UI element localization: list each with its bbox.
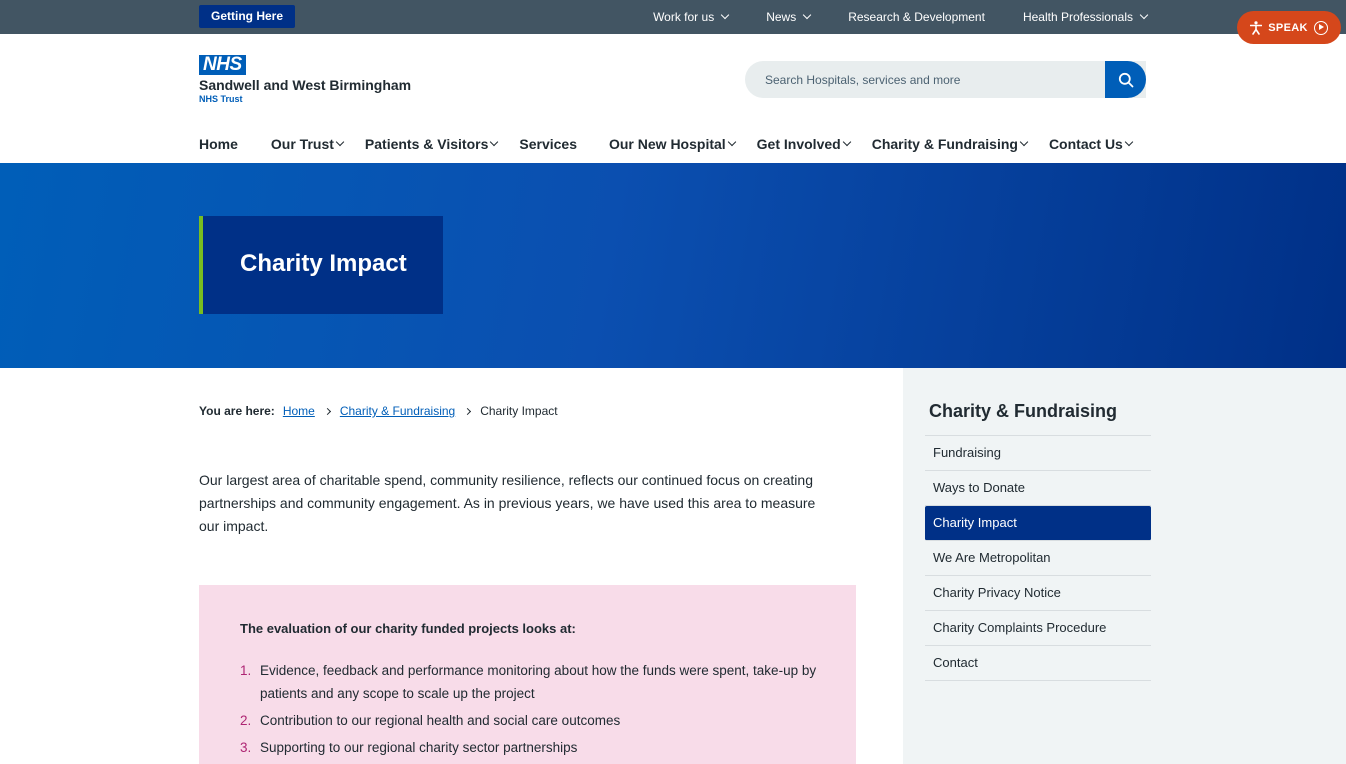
sidebar-title: Charity & Fundraising: [929, 401, 1118, 421]
sidebar-item-fundraising[interactable]: Fundraising: [925, 436, 1151, 471]
util-label: News: [766, 10, 797, 24]
sidebar-item-ways-to-donate[interactable]: Ways to Donate: [925, 471, 1151, 506]
nhs-logo-mark: NHS: [199, 55, 246, 75]
speak-label: SPEAK: [1268, 21, 1308, 34]
hero-title-box: Charity Impact: [199, 216, 443, 314]
sidebar-item-contact[interactable]: Contact: [925, 646, 1151, 681]
breadcrumb-current: Charity Impact: [480, 404, 558, 418]
chevron-down-icon: [727, 137, 736, 147]
chevron-down-icon: [720, 10, 730, 20]
nav-label: Home: [199, 136, 238, 152]
chevron-down-icon: [842, 137, 851, 147]
main-nav: Home Our Trust Patients & Visitors Servi…: [199, 134, 1134, 154]
sidebar-item-privacy-notice[interactable]: Charity Privacy Notice: [925, 576, 1151, 611]
play-icon: [1313, 20, 1328, 35]
sidebar-item-charity-impact[interactable]: Charity Impact: [925, 506, 1151, 541]
nhs-logo[interactable]: NHS Sandwell and West Birmingham NHS Tru…: [199, 55, 411, 104]
nav-home[interactable]: Home: [199, 134, 238, 154]
panel-heading: The evaluation of our charity funded pro…: [240, 621, 576, 636]
list-number: 2.: [240, 713, 252, 728]
util-work-for-us[interactable]: Work for us: [653, 10, 730, 24]
util-research[interactable]: Research & Development: [848, 10, 985, 24]
list-text: Supporting to our regional charity secto…: [260, 740, 578, 755]
sidebar-nav: Fundraising Ways to Donate Charity Impac…: [925, 435, 1151, 681]
list-item: 1. Evidence, feedback and performance mon…: [240, 659, 820, 705]
nav-label: Get Involved: [756, 136, 841, 152]
speak-button[interactable]: SPEAK: [1237, 11, 1341, 44]
list-item: 3. Supporting to our regional charity sec…: [240, 736, 820, 759]
org-name: Sandwell and West Birmingham: [199, 77, 412, 93]
nav-services[interactable]: Services: [519, 134, 577, 154]
sidebar-item-complaints-procedure[interactable]: Charity Complaints Procedure: [925, 611, 1151, 646]
utility-nav: Work for us News Research & Development …: [653, 0, 1149, 34]
util-health-professionals[interactable]: Health Professionals: [1022, 10, 1149, 24]
breadcrumb-charity-link[interactable]: Charity & Fundraising: [340, 404, 455, 418]
chevron-down-icon: [1124, 137, 1134, 147]
list-number: 3.: [240, 740, 252, 755]
chevron-down-icon: [335, 137, 345, 147]
nav-label: Charity & Fundraising: [871, 136, 1018, 152]
chevron-down-icon: [1019, 137, 1029, 147]
chevron-down-icon: [802, 10, 812, 20]
list-number: 1.: [240, 663, 252, 678]
sidebar-item-we-are-metropolitan[interactable]: We Are Metropolitan: [925, 541, 1151, 576]
evaluation-panel: The evaluation of our charity funded pro…: [199, 585, 856, 764]
org-subtitle: NHS Trust: [199, 94, 243, 104]
search-icon: [1118, 72, 1133, 87]
list-item: 2. Contribution to our regional health an…: [240, 709, 820, 732]
nav-contact-us[interactable]: Contact Us: [1048, 134, 1134, 154]
breadcrumb: You are here: Home Charity & Fundraising…: [199, 404, 558, 418]
utility-bar: Getting Here Work for us News Research &…: [0, 0, 1346, 34]
list-text: Evidence, feedback and performance monit…: [260, 663, 817, 701]
nav-our-trust[interactable]: Our Trust: [270, 134, 345, 154]
search-bar: [745, 61, 1146, 98]
nav-label: Services: [519, 136, 577, 152]
intro-paragraph: Our largest area of charitable spend, co…: [199, 472, 816, 534]
nav-label: Patients & Visitors: [364, 136, 489, 152]
nav-charity-fundraising[interactable]: Charity & Fundraising: [871, 134, 1029, 154]
util-news[interactable]: News: [766, 10, 812, 24]
nav-patients-visitors[interactable]: Patients & Visitors: [364, 134, 499, 154]
breadcrumb-home-link[interactable]: Home: [283, 404, 315, 418]
util-label: Research & Development: [848, 10, 985, 24]
chevron-right-icon: [464, 407, 472, 415]
nav-get-involved[interactable]: Get Involved: [756, 134, 851, 154]
nav-our-new-hospital[interactable]: Our New Hospital: [608, 134, 736, 154]
breadcrumb-label: You are here:: [199, 404, 275, 418]
nav-label: Our New Hospital: [608, 136, 726, 152]
chevron-down-icon: [1139, 10, 1149, 20]
nav-label: Our Trust: [270, 136, 334, 152]
getting-here-button[interactable]: Getting Here: [199, 5, 296, 28]
evaluation-list: 1. Evidence, feedback and performance mon…: [240, 659, 820, 763]
nav-label: Contact Us: [1048, 136, 1123, 152]
page-title: Charity Impact: [240, 250, 407, 277]
search-button[interactable]: [1105, 61, 1146, 98]
util-label: Health Professionals: [1022, 10, 1133, 24]
hero-banner: Charity Impact: [0, 163, 1346, 368]
chevron-right-icon: [323, 407, 331, 415]
chevron-down-icon: [490, 137, 499, 147]
sidebar: Charity & Fundraising Fundraising Ways t…: [903, 368, 1346, 764]
accessibility-icon: [1250, 20, 1263, 35]
list-text: Contribution to our regional health and …: [260, 713, 621, 728]
search-input[interactable]: [745, 72, 1105, 87]
util-label: Work for us: [653, 10, 715, 24]
